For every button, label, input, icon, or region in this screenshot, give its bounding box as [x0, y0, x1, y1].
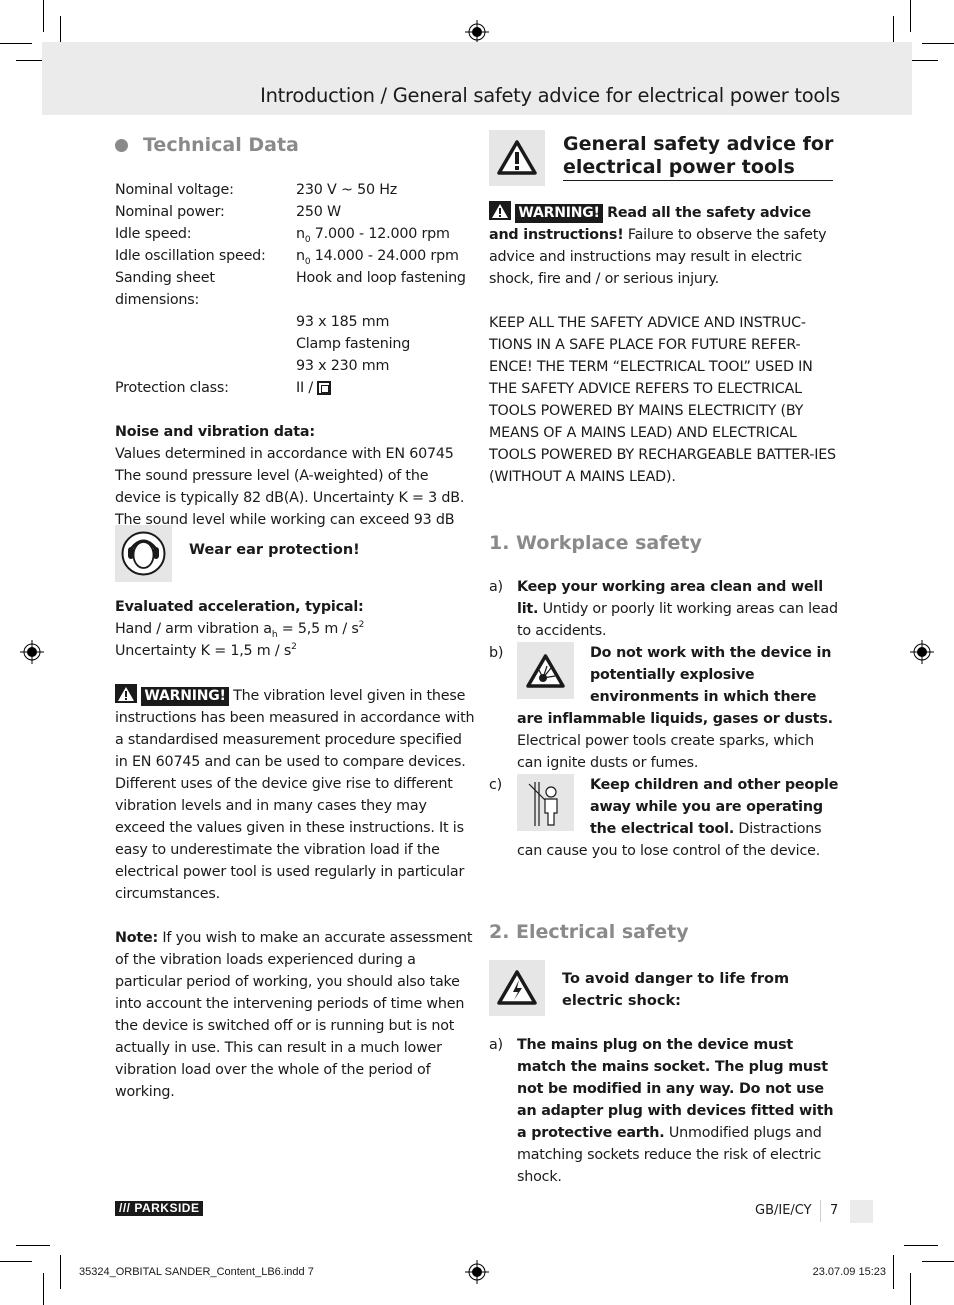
- table-row: Idle oscillation speed: n0 14.000 - 24.00…: [115, 248, 459, 267]
- uncertainty: Uncertainty K = 1,5 m / s2: [115, 642, 297, 659]
- note-paragraph: Note: If you wish to make an accurate as…: [115, 930, 473, 1100]
- page-number: 7: [830, 1203, 839, 1218]
- vibration-warning: WARNING! The vibration level given in th…: [115, 684, 475, 905]
- warning-badge: WARNING!: [515, 204, 603, 223]
- electric-shock-icon-box: [489, 960, 545, 1016]
- acceleration-section: Evaluated acceleration, typical: Hand / …: [115, 596, 475, 1103]
- double-insulation-icon: [317, 381, 332, 395]
- technical-data-heading: Technical Data: [115, 131, 475, 159]
- warning-triangle-icon: [489, 201, 511, 220]
- print-timestamp: 23.07.09 15:23: [812, 1266, 886, 1278]
- technical-data-section: Technical Data Nominal voltage: 230 V ~ 5…: [115, 131, 475, 553]
- crop-mark: [43, 1273, 44, 1305]
- crop-mark: [60, 1255, 61, 1289]
- general-warning-icon-box: [489, 130, 545, 186]
- table-row: Nominal power: 250 W: [115, 204, 341, 220]
- electric-shock-icon: [497, 970, 537, 1005]
- keep-instructions-text: KEEP ALL THE SAFETY ADVICE AND INSTRUC-T…: [489, 315, 836, 485]
- table-row: Idle speed: n0 7.000 - 12.000 rpm: [115, 226, 450, 245]
- page-tab-marker: [850, 1200, 873, 1223]
- table-row: Clamp fastening: [296, 336, 411, 352]
- safety-intro: WARNING! Read all the safety advice and …: [489, 201, 839, 862]
- warning-triangle-icon: [497, 140, 537, 175]
- crop-mark: [910, 0, 911, 32]
- crop-mark: [0, 43, 32, 44]
- noise-title: Noise and vibration data:: [115, 424, 315, 440]
- crop-mark: [0, 1261, 32, 1262]
- crop-mark: [43, 0, 44, 32]
- explosion-warning-icon: [526, 654, 565, 688]
- ear-protection-label: Wear ear protection!: [189, 542, 360, 558]
- table-row: Nominal voltage: 230 V ~ 50 Hz: [115, 182, 398, 198]
- crop-mark: [910, 1273, 911, 1305]
- section-title: 1. Workplace safety: [489, 532, 702, 554]
- ear-protection-icon-box: [115, 525, 172, 582]
- brand-logo: /// PARKSIDE: [115, 1201, 204, 1216]
- keep-children-away-icon: [528, 782, 558, 826]
- list-item: a) Keep your working area clean and well…: [489, 579, 838, 639]
- safety-heading: General safety advice for electrical pow…: [563, 133, 834, 181]
- section-title: 2. Electrical safety: [489, 921, 689, 943]
- registration-mark-icon: [910, 640, 934, 664]
- list-item: a) The mains plug on the device must mat…: [489, 1037, 834, 1185]
- explosion-icon-box: [517, 642, 574, 699]
- list-item: c) Keep children and other people away w…: [489, 774, 839, 862]
- table-row: 93 x 185 mm: [296, 314, 390, 330]
- noise-line: device is typically 82 dB(A). Uncertaint…: [115, 490, 465, 506]
- technical-data-table: Nominal voltage: 230 V ~ 50 Hz Nominal po…: [115, 179, 475, 399]
- crop-mark: [16, 1245, 50, 1246]
- warning-triangle-icon: [115, 684, 137, 703]
- registration-mark-icon: [465, 20, 489, 44]
- crop-mark: [904, 1245, 938, 1246]
- safety-warning: WARNING! Read all the safety advice and …: [489, 201, 839, 290]
- table-row: 93 x 230 mm: [296, 358, 390, 374]
- crop-mark: [922, 1261, 954, 1262]
- noise-line: Values determined in accordance with EN …: [115, 446, 454, 462]
- section-title: Technical Data: [143, 134, 299, 156]
- ear-protection-icon: [121, 531, 166, 576]
- registration-mark-icon: [20, 640, 44, 664]
- locale-label: GB/IE/CY: [755, 1203, 812, 1218]
- list-item: b) Do not work with the device in potent…: [489, 642, 839, 774]
- acceleration-title: Evaluated acceleration, typical:: [115, 599, 364, 615]
- crop-mark: [922, 43, 954, 44]
- children-icon-box: [517, 774, 574, 831]
- page-title: Introduction / General safety advice for…: [260, 84, 840, 107]
- electrical-items: a) The mains plug on the device must mat…: [489, 1034, 839, 1188]
- bullet-icon: [115, 138, 128, 152]
- noise-line: The sound pressure level (A-weighted) of…: [115, 468, 429, 484]
- page-divider: [820, 1200, 821, 1222]
- crop-mark: [893, 1255, 894, 1289]
- registration-mark-icon: [465, 1260, 489, 1284]
- hand-arm-vibration: Hand / arm vibration ah = 5,5 m / s2: [115, 620, 365, 640]
- table-row: Protection class: II /: [115, 377, 475, 399]
- warning-badge: WARNING!: [141, 687, 229, 706]
- file-info: 35324_ORBITAL SANDER_Content_LB6.indd 7: [79, 1266, 314, 1278]
- table-row: Sanding sheet dimensions: Hook and loop f…: [115, 270, 466, 308]
- electric-shock-danger-text: To avoid danger to life from electric sh…: [562, 971, 790, 1009]
